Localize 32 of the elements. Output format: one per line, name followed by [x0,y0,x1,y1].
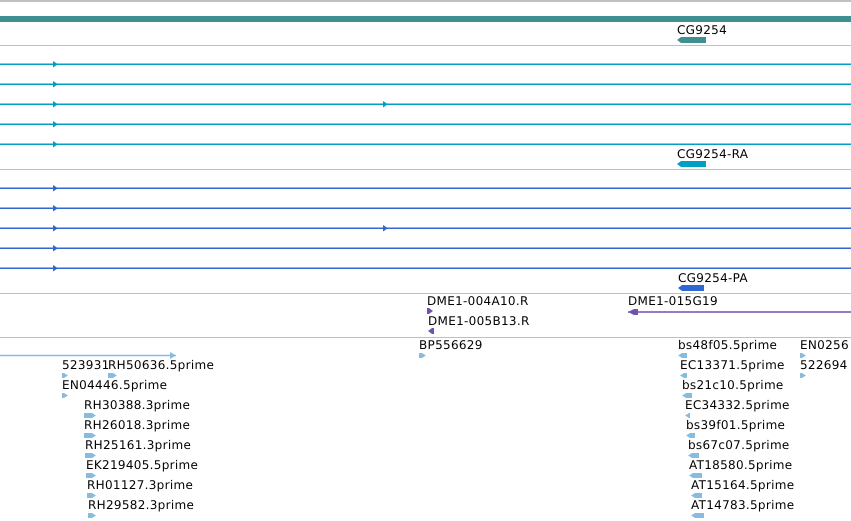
feature-label: 522694 [800,358,848,372]
feature-label: EC13371.5prime [680,358,785,372]
feature-arrow-icon[interactable] [678,285,704,291]
feature-label: 523931 [62,358,110,372]
feature-arrow-icon[interactable] [677,161,706,167]
feature-label: RH30388.3prime [84,398,190,412]
feature-label: EN04446.5prime [62,378,168,392]
feature-label: CG9254-RA [677,147,748,161]
feature-label: RH01127.3prime [87,478,194,492]
feature-label: EN0256 [800,338,849,352]
feature-label: bs21c10.5prime [682,378,784,392]
feature-label: RH29582.3prime [88,498,194,512]
feature-label: DME1-015G19 [628,294,718,308]
feature-label: DME1-004A10.R [427,294,529,308]
feature-label: RH50636.5prime [108,358,214,372]
feature-label: RH26018.3prime [84,418,190,432]
feature-label: EC34332.5prime [685,398,790,412]
feature-label: bs48f05.5prime [678,338,778,352]
feature-label: EK219405.5prime [86,458,198,472]
feature-label: RH25161.3prime [85,438,192,452]
feature-label: AT18580.5prime [689,458,792,472]
feature-label: AT14783.5prime [691,498,794,512]
feature-label: bs67c07.5prime [688,438,790,452]
feature-label: bs39f01.5prime [686,418,786,432]
feature-label: DME1-005B13.R [428,314,530,328]
feature-arrow-icon[interactable] [677,37,706,43]
feature-label: BP556629 [419,338,483,352]
feature-label: AT15164.5prime [691,478,794,492]
feature-arrow-icon[interactable] [427,308,433,314]
feature-label: CG9254 [677,23,728,37]
feature-arrow-icon[interactable] [428,328,434,334]
feature-label: CG9254-PA [678,271,748,285]
